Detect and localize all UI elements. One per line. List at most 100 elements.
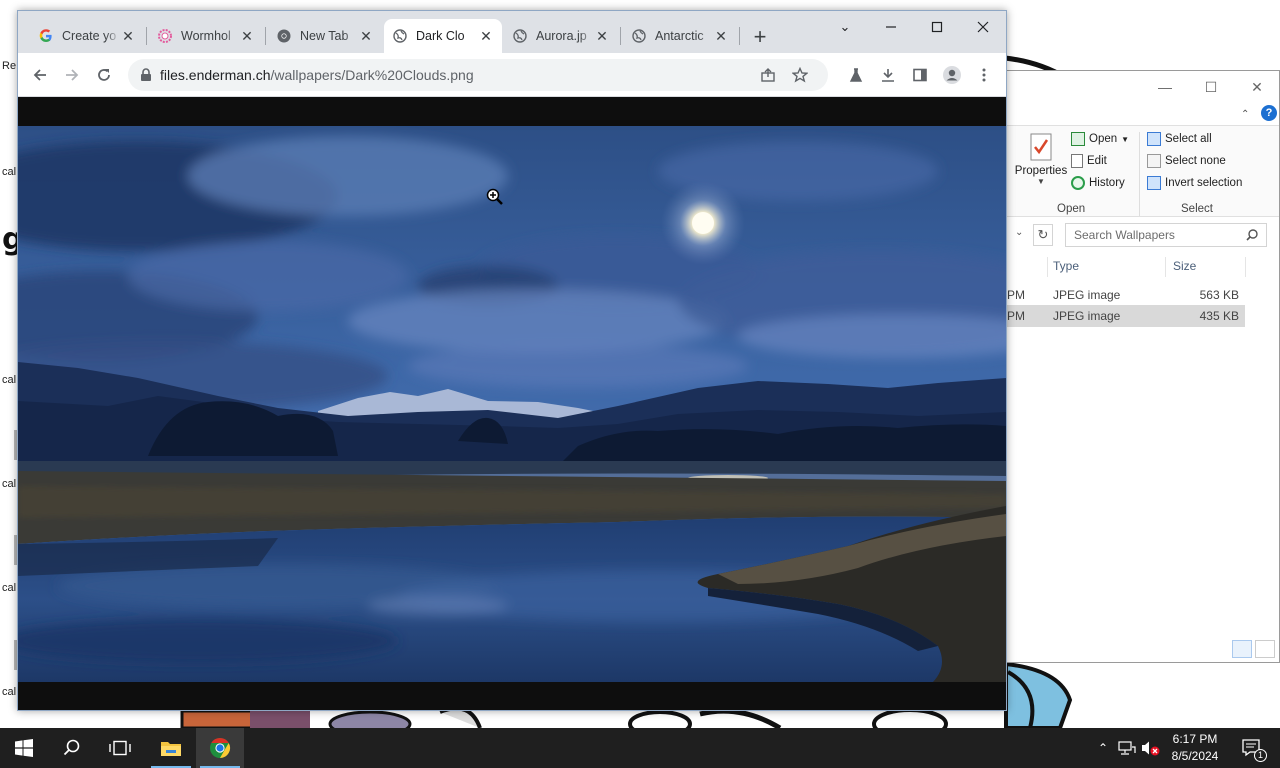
- reload-button[interactable]: [90, 61, 118, 89]
- file-row[interactable]: PM JPEG image 563 KB: [1001, 284, 1245, 306]
- select-none-button[interactable]: Select none: [1147, 154, 1226, 168]
- chrome-taskbar-button[interactable]: [196, 728, 244, 768]
- ribbon-collapse-icon[interactable]: ⌃: [1241, 109, 1249, 120]
- tab-title: New Tab: [300, 29, 349, 43]
- address-bar[interactable]: files.enderman.ch/wallpapers/Dark%20Clou…: [128, 59, 828, 91]
- task-view-button[interactable]: [96, 728, 144, 768]
- invert-selection-button[interactable]: Invert selection: [1147, 176, 1242, 190]
- downloads-button[interactable]: [874, 61, 902, 89]
- tab-title: Wormhol: [181, 29, 231, 43]
- column-size[interactable]: Size: [1173, 259, 1196, 273]
- explorer-titlebar[interactable]: — ☐ ✕: [1001, 71, 1279, 103]
- file-type: JPEG image: [1053, 288, 1121, 302]
- ribbon-divider: [1139, 132, 1140, 216]
- bookmark-button[interactable]: [786, 61, 814, 89]
- notification-count-badge: 1: [1254, 749, 1267, 762]
- close-tab-icon[interactable]: ✕: [358, 28, 374, 44]
- start-button[interactable]: [0, 728, 48, 768]
- search-input[interactable]: Search Wallpapers: [1065, 223, 1267, 247]
- file-row[interactable]: PM JPEG image 435 KB: [1001, 305, 1245, 327]
- tab-divider: [146, 27, 147, 45]
- tab-create[interactable]: Create yo ✕: [30, 19, 144, 53]
- tab-wormhole[interactable]: Wormhol ✕: [149, 19, 263, 53]
- edit-button[interactable]: Edit: [1071, 154, 1107, 168]
- explorer-close-button[interactable]: ✕: [1247, 77, 1267, 97]
- column-type[interactable]: Type: [1053, 259, 1079, 273]
- back-button[interactable]: [26, 61, 54, 89]
- open-button[interactable]: Open ▼: [1071, 132, 1129, 146]
- select-all-button[interactable]: Select all: [1147, 132, 1212, 146]
- tab-new-tab[interactable]: New Tab ✕: [268, 19, 382, 53]
- forward-arrow-icon: [66, 69, 79, 81]
- history-icon: [1071, 176, 1085, 190]
- chevron-down-icon: ▼: [1121, 134, 1130, 144]
- close-tab-icon[interactable]: ✕: [594, 28, 610, 44]
- tab-title: Create yo: [62, 29, 117, 43]
- column-divider: [1245, 257, 1246, 277]
- new-tab-button[interactable]: +: [746, 24, 774, 52]
- details-view-button[interactable]: [1232, 640, 1252, 658]
- open-group-label: Open: [1057, 203, 1086, 215]
- minimize-button[interactable]: [868, 11, 914, 43]
- network-icon[interactable]: [1116, 728, 1138, 768]
- dark-clouds-wallpaper-image[interactable]: [18, 126, 1006, 682]
- maximize-button[interactable]: [914, 11, 960, 43]
- properties-label: Properties: [1014, 165, 1068, 177]
- invert-selection-label: Invert selection: [1165, 177, 1243, 189]
- properties-button[interactable]: Properties ▼: [1013, 132, 1069, 186]
- close-button[interactable]: [960, 11, 1006, 43]
- file-explorer-window[interactable]: — ☐ ✕ ⌃ ? Properties ▼ Open ▼ Edit Histo…: [1000, 70, 1280, 663]
- globe-icon: [392, 28, 408, 44]
- forward-button[interactable]: [58, 61, 86, 89]
- tab-antarctic[interactable]: Antarctic ✕: [623, 19, 737, 53]
- refresh-icon[interactable]: ↻: [1033, 224, 1053, 246]
- select-none-icon: [1147, 154, 1161, 168]
- download-icon: [882, 69, 894, 82]
- file-size: 435 KB: [1199, 309, 1239, 323]
- profile-button[interactable]: [938, 61, 966, 89]
- select-group-label: Select: [1181, 203, 1213, 215]
- system-clock[interactable]: 6:17 PM 8/5/2024: [1162, 731, 1228, 765]
- labs-button[interactable]: [842, 61, 870, 89]
- close-tab-icon[interactable]: ✕: [713, 28, 729, 44]
- tab-divider: [739, 27, 740, 45]
- url-text[interactable]: files.enderman.ch/wallpapers/Dark%20Clou…: [160, 67, 474, 83]
- task-view-icon: [109, 740, 131, 756]
- close-tab-icon[interactable]: ✕: [120, 28, 136, 44]
- folder-icon: [161, 742, 181, 756]
- file-modified: PM: [1007, 309, 1025, 323]
- chrome-window[interactable]: Create yo ✕ Wormhol ✕ New Tab ✕ Dark Clo…: [17, 10, 1007, 711]
- explorer-minimize-button[interactable]: —: [1155, 77, 1175, 97]
- lock-icon[interactable]: [140, 68, 152, 82]
- menu-button[interactable]: [970, 61, 998, 89]
- share-icon: [761, 68, 775, 82]
- explorer-ribbon: Properties ▼ Open ▼ Edit History Open Se…: [1001, 125, 1279, 217]
- address-dropdown-icon[interactable]: ⌄: [1015, 227, 1023, 238]
- side-panel-button[interactable]: [906, 61, 934, 89]
- tab-aurora[interactable]: Aurora.jp ✕: [504, 19, 618, 53]
- explorer-maximize-button[interactable]: ☐: [1201, 77, 1221, 97]
- chrome-icon: [210, 737, 231, 759]
- share-button[interactable]: [754, 61, 782, 89]
- browser-toolbar: files.enderman.ch/wallpapers/Dark%20Clou…: [18, 53, 1006, 97]
- search-icon: [1246, 229, 1258, 241]
- show-hidden-icons-button[interactable]: ⌃: [1094, 728, 1112, 768]
- volume-muted-icon[interactable]: [1140, 728, 1162, 768]
- globe-icon: [512, 28, 528, 44]
- tab-dark-clouds[interactable]: Dark Clo ✕: [384, 19, 502, 53]
- chrome-icon: [276, 28, 292, 44]
- tab-divider: [265, 27, 266, 45]
- search-button[interactable]: [48, 728, 96, 768]
- tab-search-icon[interactable]: ⌄: [822, 11, 868, 43]
- flower-icon: [157, 28, 173, 44]
- notification-center-button[interactable]: 1: [1234, 728, 1270, 768]
- close-tab-icon[interactable]: ✕: [239, 28, 255, 44]
- back-arrow-icon: [33, 69, 46, 81]
- maximize-icon: [931, 21, 943, 33]
- help-icon[interactable]: ?: [1261, 105, 1277, 121]
- file-explorer-taskbar-button[interactable]: [147, 728, 195, 768]
- page-viewport[interactable]: [18, 97, 1006, 710]
- close-tab-icon[interactable]: ✕: [478, 28, 494, 44]
- history-button[interactable]: History: [1071, 176, 1125, 190]
- large-icons-view-button[interactable]: [1255, 640, 1275, 658]
